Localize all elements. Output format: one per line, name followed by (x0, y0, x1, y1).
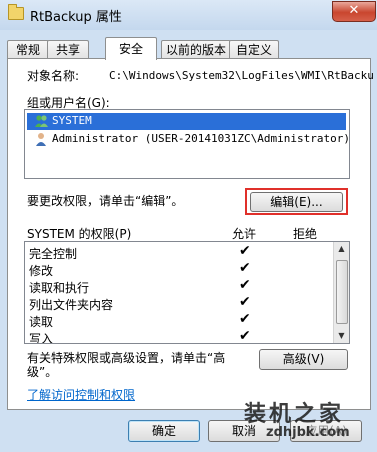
allow-check-icon: ✔ (239, 328, 251, 344)
permissions-header: SYSTEM 的权限(P) (27, 227, 132, 241)
user-name: Administrator (USER-20141031ZC\Administr… (52, 132, 351, 145)
edit-button[interactable]: 编辑(E)... (250, 192, 343, 212)
tab-previous-versions[interactable]: 以前的版本 (161, 40, 231, 59)
allow-check-icon: ✔ (239, 277, 251, 293)
close-button[interactable]: ✕ (332, 1, 376, 22)
users-list: SYSTEM Administrator (USER-20141031ZC\Ad… (24, 109, 350, 179)
tab-security[interactable]: 安全 (105, 37, 157, 60)
permissions-list: 完全控制 ✔ 修改 ✔ 读取和执行 ✔ 列出文件夹内容 ✔ 读取 ✔ 写入 ✔ … (24, 241, 350, 344)
deny-column-header: 拒绝 (293, 227, 318, 241)
tab-general[interactable]: 常规 (7, 40, 49, 59)
permission-row: 完全控制 ✔ (29, 243, 335, 261)
list-item-administrator[interactable]: Administrator (USER-20141031ZC\Administr… (27, 131, 350, 148)
folder-icon (8, 4, 24, 20)
tab-sharing[interactable]: 共享 (47, 40, 89, 59)
advanced-button[interactable]: 高级(V) (259, 349, 348, 370)
permission-name: 完全控制 (29, 247, 78, 261)
object-name-value: C:\Windows\System32\LogFiles\WMI\RtBacku (109, 69, 374, 82)
scroll-down-icon[interactable]: ▼ (334, 329, 349, 343)
scroll-thumb[interactable] (336, 260, 348, 324)
permission-name: 修改 (29, 264, 54, 278)
allow-column-header: 允许 (232, 227, 257, 241)
allow-check-icon: ✔ (239, 294, 251, 310)
permission-name: 读取 (29, 315, 54, 329)
permission-row: 修改 ✔ (29, 260, 335, 278)
user-group-icon (35, 115, 48, 127)
permissions-scrollbar[interactable]: ▲ ▼ (333, 242, 349, 343)
user-icon (36, 133, 46, 146)
user-name: SYSTEM (52, 114, 92, 127)
permission-name: 读取和执行 (29, 281, 90, 295)
permission-row: 列出文件夹内容 ✔ (29, 294, 335, 312)
allow-check-icon: ✔ (239, 311, 251, 327)
advanced-prompt-line2: 级”。 (27, 365, 58, 379)
list-item-system[interactable]: SYSTEM (27, 113, 346, 130)
ok-button[interactable]: 确定 (128, 420, 200, 442)
watermark-brand: 装机之家 (244, 402, 345, 427)
title-bar: RtBackup 属性 ✕ (0, 0, 377, 30)
permission-row: 写入 ✔ (29, 328, 335, 344)
allow-check-icon: ✔ (239, 243, 251, 259)
window-title: RtBackup 属性 (30, 10, 122, 25)
permission-name: 写入 (29, 332, 54, 344)
permission-row: 读取和执行 ✔ (29, 277, 335, 295)
change-permission-prompt: 要更改权限，请单击“编辑”。 (27, 194, 184, 208)
tab-customize[interactable]: 自定义 (229, 40, 279, 59)
permission-name: 列出文件夹内容 (29, 298, 114, 312)
watermark-url: zdhjbk.com (266, 425, 350, 440)
learn-access-control-link[interactable]: 了解访问控制和权限 (27, 386, 135, 403)
allow-check-icon: ✔ (239, 260, 251, 276)
object-name-label: 对象名称: (27, 69, 80, 83)
permission-row: 读取 ✔ (29, 311, 335, 329)
scroll-up-icon[interactable]: ▲ (334, 242, 349, 256)
